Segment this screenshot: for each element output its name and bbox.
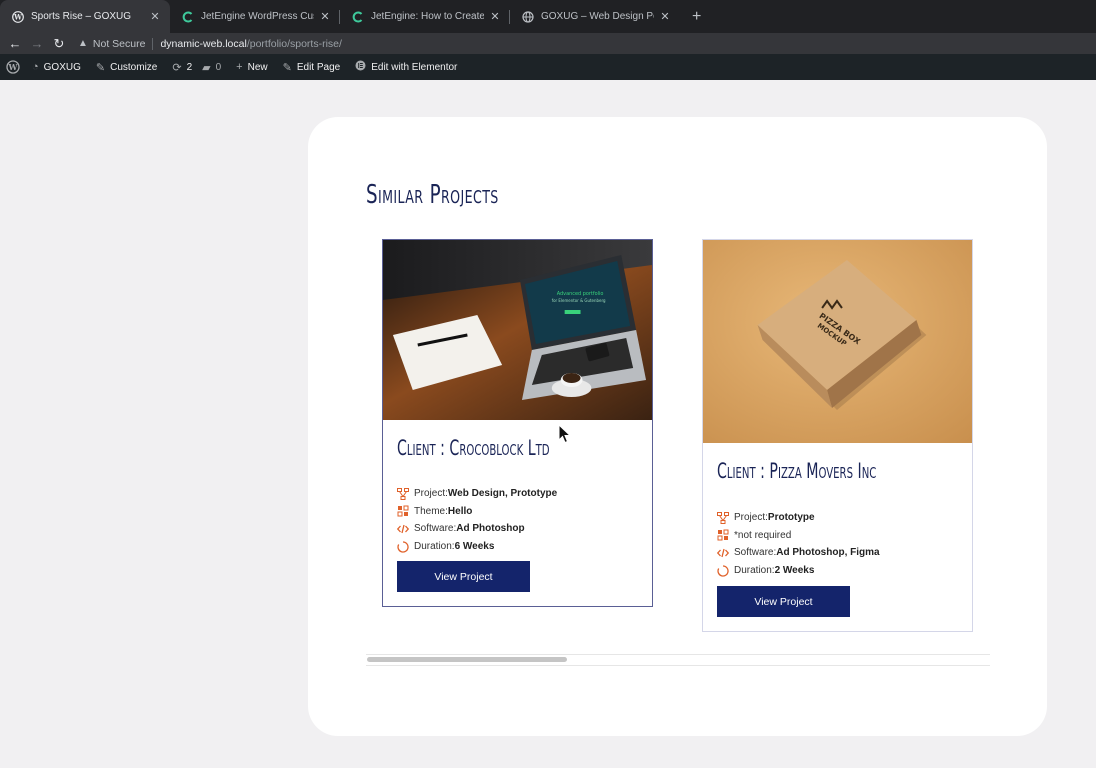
wp-admin-bar: W ◔ GOXUG ✎ Customize ⟳ 2 ▰ 0 + New ✎ Ed… (0, 54, 1096, 80)
tab-jetengine-custom[interactable]: JetEngine WordPress Custom ✕ (170, 0, 340, 33)
customize-link[interactable]: ✎ Customize (96, 61, 157, 74)
address-bar: ← → ↻ ▲ Not Secure dynamic-web.local/por… (0, 33, 1096, 54)
client-name: Client : Crocoblock Ltd (397, 436, 550, 460)
reload-icon[interactable]: ↻ (48, 36, 70, 52)
horizontal-scrollbar[interactable] (366, 654, 990, 666)
project-details: Project: Web Design, Prototype Theme: He… (397, 485, 557, 555)
svg-text:W: W (8, 62, 19, 72)
section-title: Similar Projects (366, 180, 499, 210)
tab-sports-rise[interactable]: W Sports Rise – GOXUG ✕ (0, 0, 170, 33)
forward-arrow-icon[interactable]: → (26, 36, 48, 51)
project-details: Project: Prototype *not required Softwar… (717, 509, 880, 579)
project-card[interactable]: PIZZA BOX MOCKUP Client : Pizza Movers I… (702, 239, 973, 632)
back-arrow-icon[interactable]: ← (4, 36, 26, 51)
brush-icon: ✎ (95, 61, 106, 74)
pencil-icon: ✎ (282, 61, 292, 74)
new-tab-button[interactable]: + (680, 0, 701, 33)
sitemap-icon (397, 487, 409, 500)
url-host: dynamic-web.local (160, 37, 247, 50)
sitemap-icon (717, 511, 729, 524)
tab-goxug-portfolio[interactable]: GOXUG – Web Design Portfolio ✕ (510, 0, 680, 33)
edit-page-link[interactable]: ✎ Edit Page (283, 61, 341, 74)
close-tab-icon[interactable]: ✕ (488, 10, 502, 23)
project-thumbnail: Advanced portfolio for Elementor & Guten… (383, 240, 652, 420)
crocoblock-icon (182, 11, 194, 23)
updates-link[interactable]: ⟳ 2 (172, 61, 192, 74)
close-tab-icon[interactable]: ✕ (318, 10, 332, 23)
project-card[interactable]: Advanced portfolio for Elementor & Guten… (382, 239, 653, 607)
browser-tab-strip: W Sports Rise – GOXUG ✕ JetEngine WordPr… (0, 0, 1096, 33)
scrollbar-thumb[interactable] (367, 657, 567, 662)
url-path: /portfolio/sports-rise/ (246, 37, 342, 50)
svg-text:Advanced portfolio: Advanced portfolio (557, 291, 604, 297)
project-type-row: Project: Prototype (717, 509, 880, 527)
client-name: Client : Pizza Movers Inc (717, 459, 877, 483)
grid-icon (397, 505, 409, 517)
url-field[interactable]: ▲ Not Secure dynamic-web.local/portfolio… (78, 37, 342, 50)
svg-text:W: W (13, 12, 22, 21)
view-project-button[interactable]: View Project (717, 586, 850, 617)
tab-jetengine-how-to[interactable]: JetEngine: How to Create Cust ✕ (340, 0, 510, 33)
svg-text:for Elementor & Gutenberg: for Elementor & Gutenberg (552, 298, 606, 303)
code-icon (717, 547, 729, 559)
view-project-button[interactable]: View Project (397, 561, 530, 592)
dashboard-icon: ◔ (32, 61, 39, 73)
edit-with-elementor-link[interactable]: Edit with Elementor (355, 60, 457, 74)
software-row: Software: Ad Photoshop, Figma (717, 544, 880, 562)
updates-icon: ⟳ (172, 61, 182, 74)
globe-icon (522, 10, 534, 23)
wordpress-logo-icon[interactable]: W (6, 60, 20, 74)
tab-title: JetEngine WordPress Custom (201, 11, 314, 22)
security-label: Not Secure (92, 37, 146, 50)
close-tab-icon[interactable]: ✕ (658, 10, 672, 23)
project-thumbnail: PIZZA BOX MOCKUP (703, 240, 972, 443)
project-type-row: Project: Web Design, Prototype (397, 485, 557, 503)
software-row: Software: Ad Photoshop (397, 520, 557, 538)
warning-icon: ▲ (78, 38, 88, 49)
theme-row: Theme: Hello (397, 503, 557, 521)
code-icon (397, 523, 409, 535)
duration-row: Duration: 2 Weeks (717, 562, 880, 580)
tab-title: GOXUG – Web Design Portfolio (541, 11, 654, 22)
tab-title: Sports Rise – GOXUG (31, 11, 132, 22)
comments-link[interactable]: ▰ 0 (202, 61, 221, 74)
comment-icon: ▰ (202, 61, 211, 74)
grid-icon (717, 529, 729, 541)
theme-row: *not required (717, 527, 880, 545)
elementor-icon (355, 60, 366, 74)
site-name-link[interactable]: ◔ GOXUG (32, 61, 81, 73)
spinner-icon (397, 540, 409, 553)
tab-title: JetEngine: How to Create Cust (371, 11, 484, 22)
wordpress-icon: W (12, 10, 24, 23)
spinner-icon (717, 564, 729, 577)
duration-row: Duration: 6 Weeks (397, 538, 557, 556)
close-tab-icon[interactable]: ✕ (148, 10, 162, 23)
mouse-cursor-icon (558, 424, 572, 444)
crocoblock-icon (352, 11, 364, 23)
plus-icon: + (236, 61, 243, 73)
new-content-link[interactable]: + New (236, 61, 267, 73)
